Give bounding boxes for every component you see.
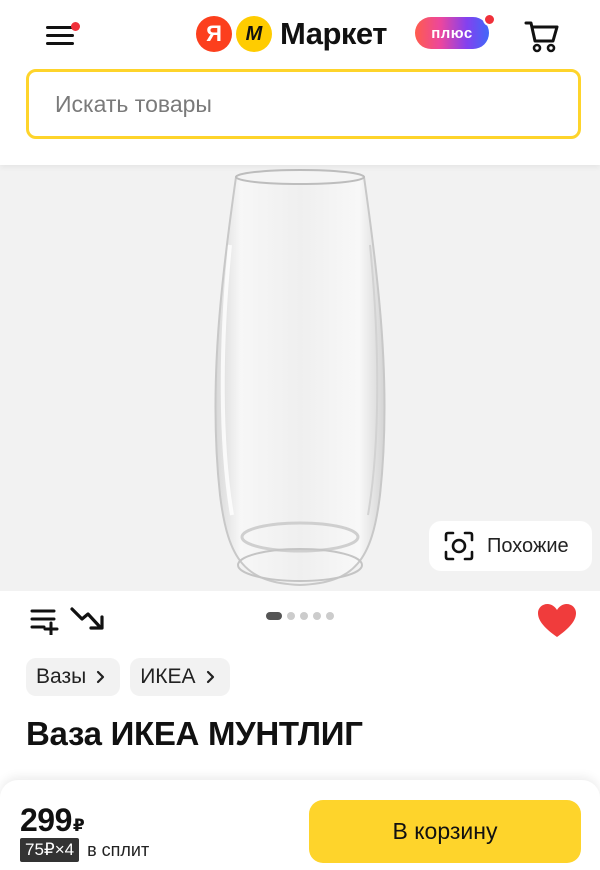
pagination-dot[interactable] — [287, 612, 295, 620]
pagination-dot[interactable] — [266, 612, 282, 620]
app-header: Я М Маркет плюс — [0, 0, 600, 165]
split-text: в сплит — [87, 839, 150, 860]
hamburger-icon[interactable] — [44, 22, 80, 48]
product-gallery[interactable]: Похожие — [0, 165, 600, 591]
product-title: Ваза ИКЕА МУНТЛИГ — [26, 715, 363, 752]
trend-down-icon[interactable] — [70, 605, 106, 635]
breadcrumb-label: ИКЕА — [140, 665, 196, 688]
pagination-dot[interactable] — [313, 612, 321, 620]
price-value: 299 — [20, 802, 72, 838]
gallery-pagination — [266, 612, 334, 620]
product-image — [214, 169, 386, 587]
plus-badge[interactable]: плюс — [415, 17, 489, 49]
breadcrumb: Вазы ИКЕА — [26, 658, 230, 696]
purchase-bar: 299₽ 75₽×4 в сплит В корзину — [0, 780, 600, 870]
logo-text: Маркет — [280, 16, 387, 51]
price: 299₽ — [20, 802, 85, 839]
product-tools — [0, 591, 600, 651]
similar-button[interactable]: Похожие — [429, 521, 592, 571]
similar-label: Похожие — [487, 534, 569, 557]
breadcrumb-label: Вазы — [36, 665, 87, 688]
split-badge: 75₽×4 — [20, 838, 80, 862]
search-box[interactable] — [26, 69, 581, 139]
yandex-market-logo[interactable]: Я М Маркет — [196, 14, 387, 54]
chevron-right-icon — [206, 670, 214, 684]
heart-icon[interactable] — [537, 603, 577, 639]
plus-notification-dot — [483, 13, 496, 26]
breadcrumb-item-vases[interactable]: Вазы — [26, 658, 121, 696]
add-to-cart-button[interactable]: В корзину — [309, 800, 581, 863]
logo-m-badge: М — [236, 16, 272, 52]
list-add-icon[interactable] — [30, 607, 60, 637]
chevron-right-icon — [97, 670, 105, 684]
breadcrumb-item-ikea[interactable]: ИКЕА — [130, 658, 230, 696]
notification-dot — [71, 22, 80, 31]
camera-scan-icon — [444, 531, 474, 561]
cart-icon[interactable] — [522, 16, 562, 54]
split-offer[interactable]: 75₽×4 в сплит — [20, 838, 149, 862]
pagination-dot[interactable] — [300, 612, 308, 620]
pagination-dot[interactable] — [326, 612, 334, 620]
price-currency: ₽ — [72, 816, 85, 835]
logo-ya-badge: Я — [196, 16, 232, 52]
search-input[interactable] — [55, 90, 578, 118]
